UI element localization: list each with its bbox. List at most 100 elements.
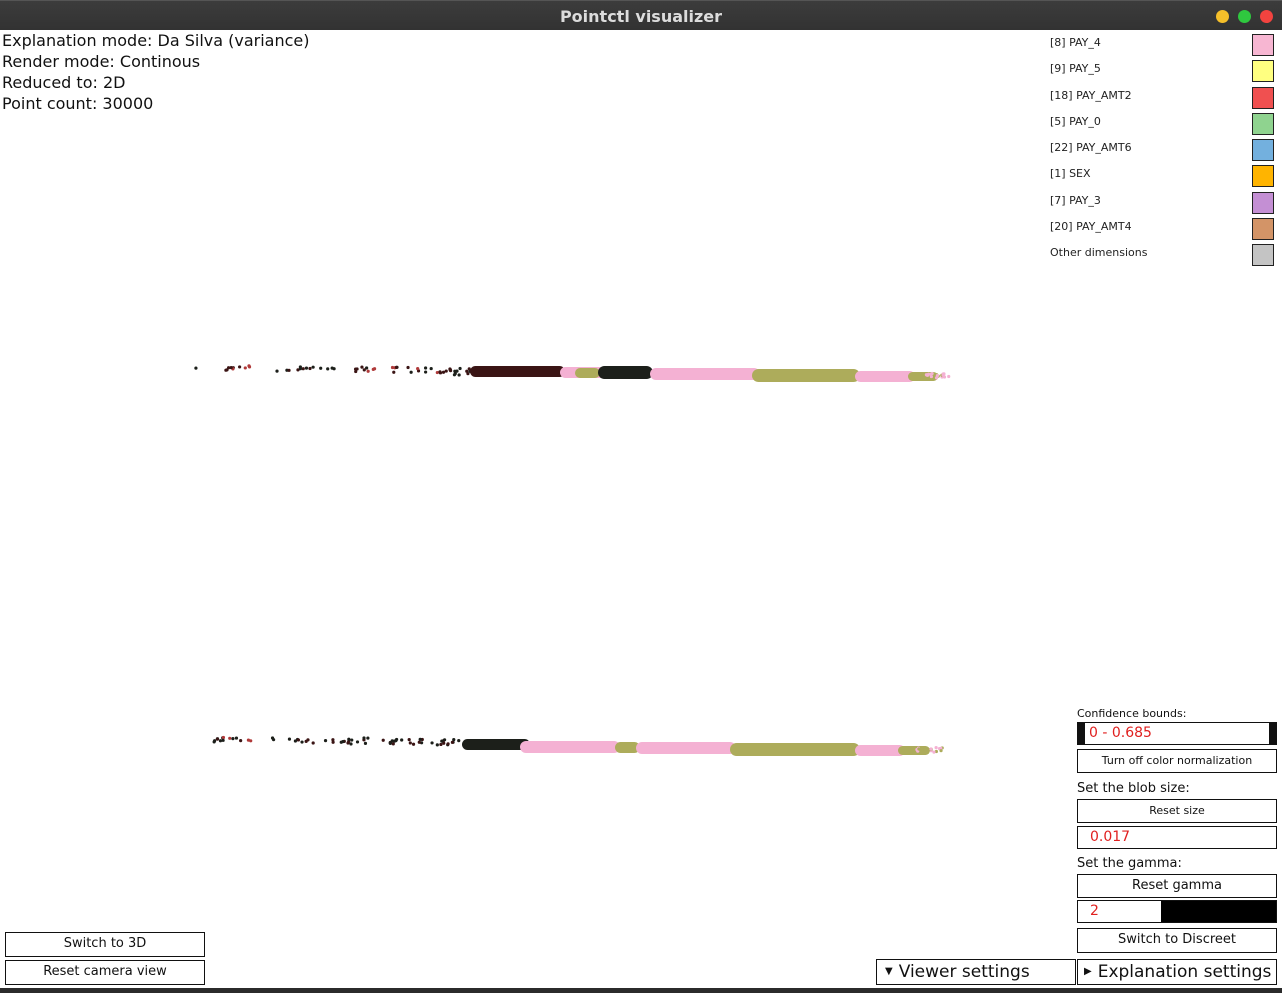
- scatter-point: [435, 743, 439, 747]
- blob-size-value: 0.017: [1090, 829, 1131, 845]
- cluster-strip: [462, 739, 530, 750]
- scatter-point: [270, 736, 275, 740]
- scatter-point: [300, 740, 304, 744]
- scatter-point: [224, 368, 228, 372]
- scatter-point: [932, 750, 936, 754]
- scatter-point: [457, 738, 461, 743]
- scatter-point: [440, 739, 444, 743]
- scatter-point: [395, 737, 399, 742]
- scatter-point: [221, 738, 225, 742]
- cluster-strip: [520, 741, 620, 753]
- blob-size-label: Set the blob size:: [1077, 781, 1190, 796]
- render-mode-text: Render mode: Continous: [2, 52, 201, 71]
- scatter-point: [231, 737, 235, 741]
- legend-label: [7] PAY_3: [1050, 193, 1101, 207]
- legend-label: [18] PAY_AMT2: [1050, 88, 1132, 102]
- reset-size-button[interactable]: Reset size: [1077, 799, 1277, 823]
- scatter-point: [441, 370, 446, 374]
- cluster-strip: [636, 742, 736, 754]
- color-normalization-button[interactable]: Turn off color normalization: [1077, 749, 1277, 773]
- scatter-point: [391, 742, 395, 746]
- scatter-point: [392, 370, 396, 374]
- scatter-point: [347, 737, 351, 741]
- legend-item: [9] PAY_5: [1050, 58, 1278, 84]
- maximize-button[interactable]: [1238, 10, 1251, 23]
- scatter-point: [362, 736, 366, 740]
- expand-arrow-icon: ▶: [1084, 966, 1092, 977]
- scatter-point: [394, 365, 399, 369]
- cluster-strip: [470, 366, 565, 377]
- cluster-strip: [752, 369, 860, 382]
- scatter-point: [362, 368, 366, 372]
- scatter-point: [458, 366, 462, 371]
- legend-item: [18] PAY_AMT2: [1050, 85, 1278, 111]
- scatter-point: [417, 740, 421, 744]
- switch-3d-button[interactable]: Switch to 3D: [5, 932, 205, 957]
- explanation-settings-button[interactable]: ▶ Explanation settings: [1077, 959, 1277, 985]
- switch-discreet-button[interactable]: Switch to Discreet: [1077, 928, 1277, 953]
- scatter-point: [229, 365, 233, 370]
- scatter-point: [319, 366, 323, 370]
- scatter-point: [939, 749, 943, 753]
- window-title: Pointctl visualizer: [559, 7, 723, 26]
- legend-label: [1] SEX: [1050, 167, 1091, 181]
- scatter-point: [306, 738, 310, 742]
- scatter-point: [366, 736, 370, 740]
- scatter-point: [930, 371, 934, 376]
- legend-swatch: [1252, 60, 1274, 83]
- scatter-point: [452, 737, 456, 742]
- scatter-point: [934, 746, 938, 750]
- point-count-text: Point count: 30000: [2, 94, 154, 113]
- scatter-point: [455, 369, 459, 373]
- legend-label: [22] PAY_AMT6: [1050, 141, 1132, 155]
- visualizer-canvas[interactable]: Explanation mode: Da Silva (variance) Re…: [0, 30, 1282, 988]
- scatter-point: [228, 736, 232, 740]
- legend-item: [5] PAY_0: [1050, 111, 1278, 137]
- scatter-point: [430, 741, 434, 745]
- scatter-point: [215, 737, 220, 741]
- scatter-point: [243, 366, 247, 370]
- scatter-point: [448, 369, 453, 373]
- legend-swatch: [1252, 191, 1274, 214]
- scatter-point: [298, 367, 302, 371]
- gamma-slider[interactable]: 2: [1077, 900, 1277, 923]
- confidence-bounds-slider[interactable]: 0 - 0.685: [1077, 722, 1277, 745]
- scatter-point: [239, 738, 243, 743]
- legend-swatch: [1252, 218, 1274, 241]
- scatter-point: [409, 370, 413, 374]
- scatter-point: [381, 738, 385, 742]
- explanation-mode-text: Explanation mode: Da Silva (variance): [2, 31, 310, 50]
- scatter-point: [218, 739, 223, 743]
- scatter-point: [238, 365, 242, 369]
- confidence-bounds-label: Confidence bounds:: [1077, 707, 1187, 720]
- legend-item: [22] PAY_AMT6: [1050, 137, 1278, 163]
- scatter-point: [465, 369, 469, 373]
- scatter-point: [355, 740, 360, 744]
- scatter-point: [296, 738, 300, 742]
- legend-item: [1] SEX: [1050, 163, 1278, 189]
- scatter-point: [293, 739, 298, 743]
- scatter-point: [917, 747, 921, 751]
- gamma-value: 2: [1090, 903, 1099, 919]
- viewer-settings-button[interactable]: ▼ Viewer settings: [876, 959, 1076, 985]
- reset-gamma-button[interactable]: Reset gamma: [1077, 874, 1277, 898]
- collapse-arrow-icon: ▼: [885, 966, 893, 977]
- close-button[interactable]: [1260, 10, 1273, 23]
- scatter-point: [406, 365, 410, 370]
- scatter-point: [457, 373, 461, 377]
- legend-swatch: [1252, 244, 1274, 267]
- legend: [8] PAY_4 [9] PAY_5 [18] PAY_AMT2 [5] PAY_0…: [1050, 32, 1278, 269]
- gamma-label: Set the gamma:: [1077, 856, 1182, 871]
- cluster-strip: [598, 366, 653, 379]
- legend-label: [5] PAY_0: [1050, 114, 1101, 128]
- scatter-point: [418, 737, 422, 741]
- scatter-point: [438, 371, 443, 375]
- legend-label: [9] PAY_5: [1050, 62, 1101, 76]
- blob-size-input[interactable]: 0.017: [1077, 826, 1277, 849]
- reset-camera-button[interactable]: Reset camera view: [5, 960, 205, 985]
- scatter-point: [935, 373, 940, 378]
- scatter-point: [446, 742, 450, 746]
- scatter-point: [346, 741, 350, 745]
- viewer-settings-label: Viewer settings: [898, 962, 1030, 982]
- minimize-button[interactable]: [1216, 10, 1229, 23]
